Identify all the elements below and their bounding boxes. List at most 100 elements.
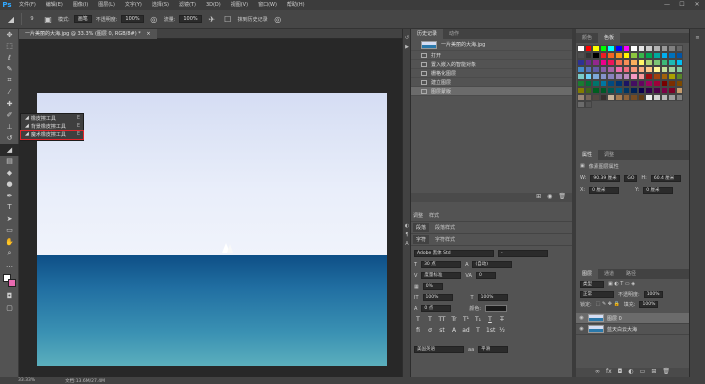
collapse-panels-icon[interactable]: ≡: [690, 33, 705, 42]
layer-filter-select[interactable]: 类型: [580, 280, 604, 288]
blend-mode-select[interactable]: 正常: [580, 290, 614, 298]
adjustment-layer-icon[interactable]: ◐: [628, 368, 633, 377]
color-swatch[interactable]: [607, 45, 615, 52]
eyedropper-icon[interactable]: ⁄: [0, 87, 19, 99]
color-swatch[interactable]: [584, 101, 593, 108]
color-swatch[interactable]: [584, 87, 593, 94]
actions-panel-icon[interactable]: ▶: [403, 42, 411, 51]
zoom-level[interactable]: 33.33%: [18, 378, 35, 383]
maximize-button[interactable]: ☐: [675, 0, 689, 10]
color-swatch[interactable]: [668, 80, 676, 87]
swash-button[interactable]: A: [450, 327, 458, 334]
discretionary-button[interactable]: st: [438, 327, 446, 334]
color-swatch[interactable]: [660, 87, 669, 94]
tab-layers[interactable]: 图层: [576, 269, 599, 279]
color-swatch[interactable]: [614, 73, 623, 80]
color-swatch[interactable]: [622, 80, 631, 87]
color-swatches[interactable]: [0, 271, 18, 291]
character-panel-icon[interactable]: A: [403, 239, 411, 248]
color-swatch[interactable]: [592, 66, 600, 73]
color-swatch[interactable]: [584, 73, 593, 80]
color-swatch[interactable]: [668, 52, 676, 59]
color-swatch[interactable]: [599, 66, 608, 73]
eye-icon[interactable]: ◉: [578, 315, 585, 321]
color-swatch[interactable]: [637, 45, 646, 52]
tracking-input[interactable]: 0: [475, 272, 496, 279]
color-swatch[interactable]: [660, 59, 669, 66]
history-item-open[interactable]: 打开: [411, 51, 572, 60]
color-swatch[interactable]: [607, 52, 615, 59]
color-swatch[interactable]: [675, 59, 684, 66]
color-swatch[interactable]: [577, 45, 585, 52]
color-swatch[interactable]: [645, 87, 653, 94]
move-icon[interactable]: ✥: [0, 29, 19, 41]
menu-layer[interactable]: 图层(L): [93, 0, 120, 10]
pressure-opacity-icon[interactable]: ◎: [148, 13, 160, 25]
color-swatch[interactable]: [584, 66, 593, 73]
color-swatch[interactable]: [599, 59, 608, 66]
menu-type[interactable]: 文字(Y): [120, 0, 147, 10]
color-swatch[interactable]: [599, 73, 608, 80]
color-swatch[interactable]: [675, 73, 684, 80]
color-swatch[interactable]: [622, 45, 631, 52]
flow-input[interactable]: 100%: [179, 15, 202, 23]
language-select[interactable]: 美国英语: [414, 346, 464, 353]
color-swatch[interactable]: [592, 94, 600, 101]
brush-icon[interactable]: ✐: [0, 110, 19, 122]
color-swatch[interactable]: [622, 94, 631, 101]
color-swatch[interactable]: [599, 45, 608, 52]
ligatures-button[interactable]: fi: [414, 327, 422, 334]
clone-stamp-icon[interactable]: ⊥: [0, 121, 19, 133]
width-input[interactable]: 90.39 厘米: [590, 174, 621, 182]
color-swatch[interactable]: [622, 52, 631, 59]
color-swatch[interactable]: [675, 80, 684, 87]
color-swatch[interactable]: [645, 52, 653, 59]
link-button[interactable]: GO: [624, 174, 638, 182]
color-swatch[interactable]: [622, 73, 631, 80]
color-swatch[interactable]: [637, 59, 646, 66]
color-swatch[interactable]: [577, 87, 585, 94]
screen-mode-icon[interactable]: ▢: [0, 302, 19, 314]
paragraph-style-row[interactable]: 段落 段落样式: [411, 222, 572, 234]
all-caps-button[interactable]: TT: [438, 316, 446, 323]
menu-file[interactable]: 文件(F): [14, 0, 41, 10]
color-swatch[interactable]: [637, 80, 646, 87]
color-swatch[interactable]: [675, 87, 684, 94]
color-swatch[interactable]: [645, 66, 653, 73]
canvas-area[interactable]: [19, 39, 402, 377]
color-swatch[interactable]: [630, 80, 638, 87]
color-swatch[interactable]: [592, 45, 600, 52]
font-size-input[interactable]: 30 点: [421, 261, 462, 268]
new-document-icon[interactable]: ⊞: [536, 193, 541, 202]
color-swatch[interactable]: [630, 66, 638, 73]
font-family-select[interactable]: Adobe 黑体 Std: [414, 250, 494, 257]
color-swatch[interactable]: [630, 59, 638, 66]
rectangle-icon[interactable]: ▭: [0, 225, 19, 237]
zoom-icon[interactable]: ⌕: [0, 248, 19, 260]
color-swatch[interactable]: [660, 94, 669, 101]
tab-swatches[interactable]: 色板: [598, 33, 621, 43]
color-swatch[interactable]: [652, 66, 661, 73]
color-swatch[interactable]: [630, 45, 638, 52]
history-panel-icon[interactable]: ↺: [403, 33, 411, 42]
color-swatch[interactable]: [668, 59, 676, 66]
blur-icon[interactable]: ◆: [0, 167, 19, 179]
text-color-swatch[interactable]: [485, 305, 508, 312]
color-swatch[interactable]: [645, 94, 653, 101]
color-swatch[interactable]: [675, 66, 684, 73]
menu-filter[interactable]: 滤镜(T): [174, 0, 201, 10]
crop-icon[interactable]: ⌗: [0, 75, 19, 87]
color-swatch[interactable]: [584, 94, 593, 101]
opacity-input[interactable]: 100%: [121, 15, 144, 23]
color-swatch[interactable]: [614, 66, 623, 73]
menu-help[interactable]: 帮助(H): [282, 0, 310, 10]
pressure-size-icon[interactable]: ◎: [272, 13, 284, 25]
antialias-select[interactable]: 平滑: [478, 346, 509, 353]
color-swatch[interactable]: [675, 45, 684, 52]
color-swatch[interactable]: [607, 73, 615, 80]
lasso-icon[interactable]: ℓ: [0, 52, 19, 64]
mask-icon[interactable]: ◘: [618, 368, 623, 377]
color-swatch[interactable]: [614, 80, 623, 87]
eraser-icon[interactable]: ◢: [5, 13, 17, 25]
color-swatch[interactable]: [614, 52, 623, 59]
